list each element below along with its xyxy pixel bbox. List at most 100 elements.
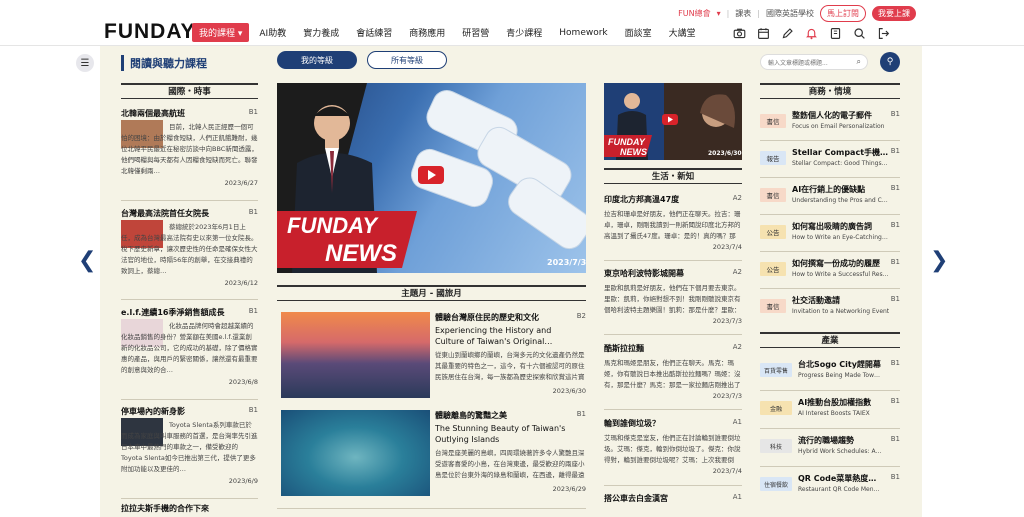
article-card[interactable]: 東京哈利波特影城開幕 A2 里歐和凱莉是好朋友，他們在下個月要去東京。里歐：凱莉… bbox=[604, 268, 742, 330]
feature-english-title[interactable]: Experiencing the History and Culture of … bbox=[435, 325, 567, 347]
feature-title[interactable]: 體驗離島的驚豔之美 bbox=[435, 410, 567, 421]
article-card[interactable]: 搭公車去白金漢宮 A1 bbox=[604, 493, 742, 507]
industry-item[interactable]: 科技 流行的職場趨勢 B1 Hybrid Work Schedules: A… bbox=[760, 435, 900, 461]
article-date: 2023/6/27 bbox=[224, 179, 258, 187]
menu-icon[interactable]: ☰ bbox=[76, 54, 94, 72]
article-card[interactable]: 台灣最高法院首任女院長 B1 蔡總統於2023年6月1日上任，成為台灣最高法院有… bbox=[121, 208, 258, 296]
nav-item-interview[interactable]: 面談室 bbox=[618, 23, 659, 42]
article-excerpt: 艾瑪和傑克是室友，他們正在討論輪到誰要倒垃圾。艾瑪：傑克，輪到你倒垃圾了。傑克：… bbox=[604, 434, 741, 464]
item-subtitle: Stellar Compact: Good Things… bbox=[792, 160, 888, 167]
channel-link[interactable]: FUN總會 bbox=[678, 8, 710, 19]
page-title: 閱讀與聽力課程 bbox=[121, 55, 207, 71]
news-thumbnail[interactable]: FUNDAY NEWS 2023/6/30 bbox=[604, 83, 742, 160]
industry-item[interactable]: 住宿餐飲 QR Code菜單熱度… B1 Restaurant QR Code … bbox=[760, 473, 900, 499]
nav-item-conversation[interactable]: 會話練習 bbox=[349, 23, 399, 42]
item-title[interactable]: 流行的職場趨勢 bbox=[798, 435, 888, 446]
search-placeholder: 輸入文章標題或標題... bbox=[768, 59, 828, 67]
item-title[interactable]: 如何撰寫一份成功的履歷 bbox=[792, 258, 888, 269]
subscribe-button[interactable]: 馬上訂閱 bbox=[820, 5, 866, 22]
article-card[interactable]: e.l.f.連續16季淨銷售額成長 B1 化妝品品牌何時會超越業績的化妝品銷售的… bbox=[121, 307, 258, 395]
article-card[interactable]: 停車場內的新身影 B1 Toyota Slenta系列車款已於而成為家庭與叫車服… bbox=[121, 406, 258, 494]
next-arrow-icon[interactable]: ❯ bbox=[930, 248, 948, 273]
nav-item-my-courses[interactable]: 我的課程 ▾ bbox=[192, 23, 250, 42]
feature-card[interactable]: 體驗離島的驚豔之美 B1 The Stunning Beauty of Taiw… bbox=[281, 410, 586, 496]
item-title[interactable]: AI推動台股加權指數 bbox=[798, 397, 888, 408]
filter-button[interactable]: ⚲ bbox=[880, 52, 900, 72]
article-title[interactable]: 搭公車去白金漢宮 bbox=[604, 493, 724, 504]
item-title[interactable]: 台北Sogo City趕開幕 bbox=[798, 359, 888, 370]
bell-icon[interactable] bbox=[805, 25, 818, 44]
column-header-industry: 產業 bbox=[760, 332, 900, 348]
business-item[interactable]: 書信 AI在行銷上的優缺點 B1 Understanding the Pros … bbox=[760, 184, 900, 210]
item-title[interactable]: QR Code菜單熱度… bbox=[798, 473, 888, 484]
pen-icon[interactable] bbox=[781, 25, 794, 44]
business-item[interactable]: 書信 社交活動邀請 B1 Invitation to a Networking … bbox=[760, 295, 900, 321]
article-card[interactable]: 印度北方邦高溫47度 A2 拉吉和珊卓是好朋友，他們正在聊天。拉吉：珊卓，珊卓，… bbox=[604, 194, 742, 256]
industry-item[interactable]: 金融 AI推動台股加權指數 B1 AI Interest Boosts TAIE… bbox=[760, 397, 900, 423]
nav-item-lecture[interactable]: 大講堂 bbox=[662, 23, 703, 42]
category-badge: 書信 bbox=[760, 114, 786, 128]
article-card[interactable]: 輪到誰倒垃圾？ A1 艾瑪和傑克是室友，他們正在討論輪到誰要倒垃圾。艾瑪：傑克，… bbox=[604, 418, 742, 480]
level-badge: B1 bbox=[890, 184, 900, 192]
article-title[interactable]: 印度北方邦高溫47度 bbox=[604, 194, 724, 205]
nav-item-business[interactable]: 商務應用 bbox=[402, 23, 452, 42]
item-title[interactable]: Stellar Compact手機… bbox=[792, 147, 888, 158]
article-title[interactable]: e.l.f.連續16季淨銷售額成長 bbox=[121, 307, 241, 318]
tab-all-levels[interactable]: 所有等級 bbox=[367, 51, 447, 69]
calendar-icon[interactable] bbox=[757, 25, 770, 44]
hero-video[interactable]: FUNDAY NEWS 2023/7/3 bbox=[277, 83, 586, 273]
business-item[interactable]: 公告 如何寫出吸睛的廣告詞 B1 How to Write an Eye-Cat… bbox=[760, 221, 900, 247]
feature-thumbnail[interactable] bbox=[281, 312, 430, 398]
level-badge: B1 bbox=[890, 147, 900, 155]
industry-item[interactable]: 百貨零售 台北Sogo City趕開幕 B1 Progress Being Ma… bbox=[760, 359, 900, 385]
article-title[interactable]: 台灣最高法院首任女院長 bbox=[121, 208, 241, 219]
search-input[interactable]: 輸入文章標題或標題... ⌕ bbox=[760, 54, 868, 70]
tab-my-level[interactable]: 我的等級 bbox=[277, 51, 357, 69]
article-title[interactable]: 輪到誰倒垃圾？ bbox=[604, 418, 724, 429]
feature-thumbnail[interactable] bbox=[281, 410, 430, 496]
item-subtitle: Hybrid Work Schedules: A… bbox=[798, 448, 882, 455]
article-title[interactable]: 酷斯拉拉麵 bbox=[604, 343, 724, 354]
search-icon[interactable]: ⌕ bbox=[857, 57, 861, 67]
item-title[interactable]: AI在行銷上的優缺點 bbox=[792, 184, 888, 195]
catalog-link[interactable]: 課表 bbox=[735, 8, 751, 19]
item-title[interactable]: 整飭個人化的電子郵件 bbox=[792, 110, 888, 121]
article-date: 2023/7/4 bbox=[712, 467, 742, 475]
nav-item-teens[interactable]: 青少課程 bbox=[499, 23, 549, 42]
business-item[interactable]: 書信 整飭個人化的電子郵件 B1 Focus on Email Personal… bbox=[760, 110, 900, 136]
news-thumbnail-graphic-icon: FUNDAY NEWS 2023/6/30 bbox=[604, 83, 742, 160]
article-title[interactable]: 東京哈利波特影城開幕 bbox=[604, 268, 724, 279]
business-item[interactable]: 公告 如何撰寫一份成功的履歷 B1 How to Write a Success… bbox=[760, 258, 900, 284]
article-card[interactable]: 拉拉夫斯手機的合作下來 bbox=[121, 503, 258, 515]
camera-icon[interactable] bbox=[733, 25, 746, 44]
school-link[interactable]: 國際英語學校 bbox=[766, 8, 814, 19]
nav-item-skills[interactable]: 實力養成 bbox=[296, 23, 346, 42]
bookmark-icon[interactable] bbox=[829, 25, 842, 44]
article-title[interactable]: 拉拉夫斯手機的合作下來 bbox=[121, 503, 258, 514]
article-card[interactable]: 北韓兩個最高航班 B1 目前，北韓人民正經歷一個可怕的困境：由於糧食短缺，人們正… bbox=[121, 108, 258, 196]
category-badge: 住宿餐飲 bbox=[760, 477, 792, 491]
level-badge: B1 bbox=[890, 473, 900, 481]
article-title[interactable]: 停車場內的新身影 bbox=[121, 406, 241, 417]
feature-card[interactable]: 體驗台灣原住民的歷史和文化 B2 Experiencing the Histor… bbox=[281, 312, 586, 398]
item-title[interactable]: 如何寫出吸睛的廣告詞 bbox=[792, 221, 888, 232]
feature-excerpt: 從東山到蘭嶼鄉的蘭嶼，台灣多元的文化遺產仍然是其最重要的特色之一，這今，有十六個… bbox=[435, 351, 585, 381]
level-badge: B1 bbox=[890, 435, 900, 443]
nav-item-ai-tutor[interactable]: AI助教 bbox=[252, 23, 293, 42]
feature-english-title[interactable]: The Stunning Beauty of Taiwan's Outlying… bbox=[435, 423, 580, 445]
article-date: 2023/6/9 bbox=[228, 477, 258, 485]
level-badge: B1 bbox=[248, 406, 258, 414]
nav-item-workshop[interactable]: 研習營 bbox=[455, 23, 496, 42]
funday-logo[interactable]: FUNDAY bbox=[104, 20, 196, 44]
signup-button[interactable]: 我要上課 bbox=[872, 6, 916, 21]
business-item[interactable]: 報告 Stellar Compact手機… B1 Stellar Compact… bbox=[760, 147, 900, 173]
nav-item-homework[interactable]: Homework bbox=[552, 25, 614, 41]
column-header-business: 商務・情境 bbox=[760, 83, 900, 99]
article-title[interactable]: 北韓兩個最高航班 bbox=[121, 108, 241, 119]
prev-arrow-icon[interactable]: ❮ bbox=[78, 248, 96, 273]
logout-icon[interactable] bbox=[877, 25, 890, 44]
article-card[interactable]: 酷斯拉拉麵 A2 馬克和瑪姬是朋友，他們正在聊天。馬克：瑪姬，你有聽說日本推出酷… bbox=[604, 343, 742, 405]
feature-title[interactable]: 體驗台灣原住民的歷史和文化 bbox=[435, 312, 567, 323]
item-title[interactable]: 社交活動邀請 bbox=[792, 295, 888, 306]
search-icon[interactable] bbox=[853, 25, 866, 44]
